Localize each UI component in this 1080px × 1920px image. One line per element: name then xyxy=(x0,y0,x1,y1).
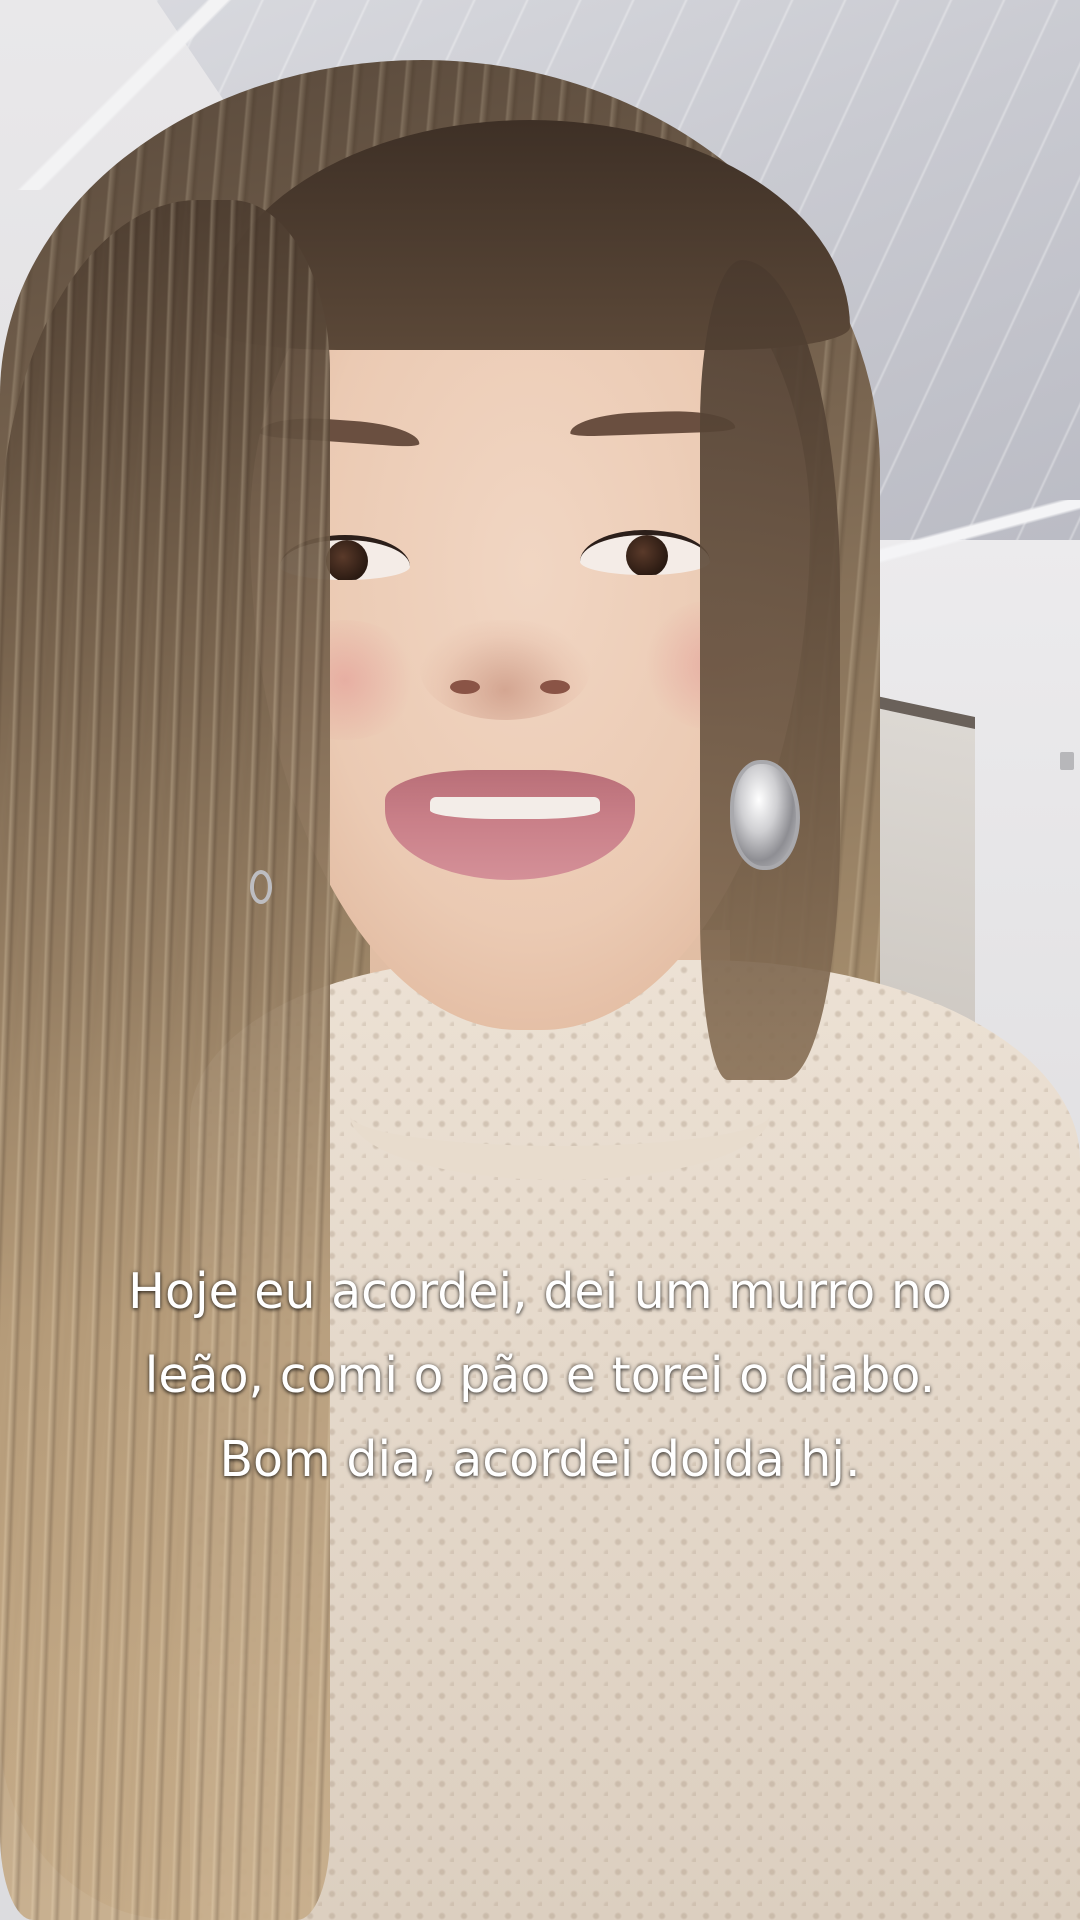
wall-switch xyxy=(1060,752,1074,770)
nose xyxy=(420,620,590,720)
caption-line-2: leão, comi o pão e torei o diabo. xyxy=(144,1347,936,1404)
video-caption: Hoje eu acordei, dei um murro no leão, c… xyxy=(60,1250,1020,1502)
video-frame[interactable]: Hoje eu acordei, dei um murro no leão, c… xyxy=(0,0,1080,1920)
caption-line-3: Bom dia, acordei doida hj. xyxy=(219,1431,861,1488)
hair-front-left-strands xyxy=(0,200,330,1920)
left-nostril xyxy=(450,680,480,694)
left-iris xyxy=(326,540,368,580)
sweater-collar xyxy=(350,1050,770,1180)
small-earring xyxy=(250,870,272,904)
hoop-earring xyxy=(730,760,800,870)
teeth xyxy=(430,797,600,819)
right-iris xyxy=(626,535,668,575)
right-nostril xyxy=(540,680,570,694)
caption-line-1: Hoje eu acordei, dei um murro no xyxy=(128,1263,952,1320)
